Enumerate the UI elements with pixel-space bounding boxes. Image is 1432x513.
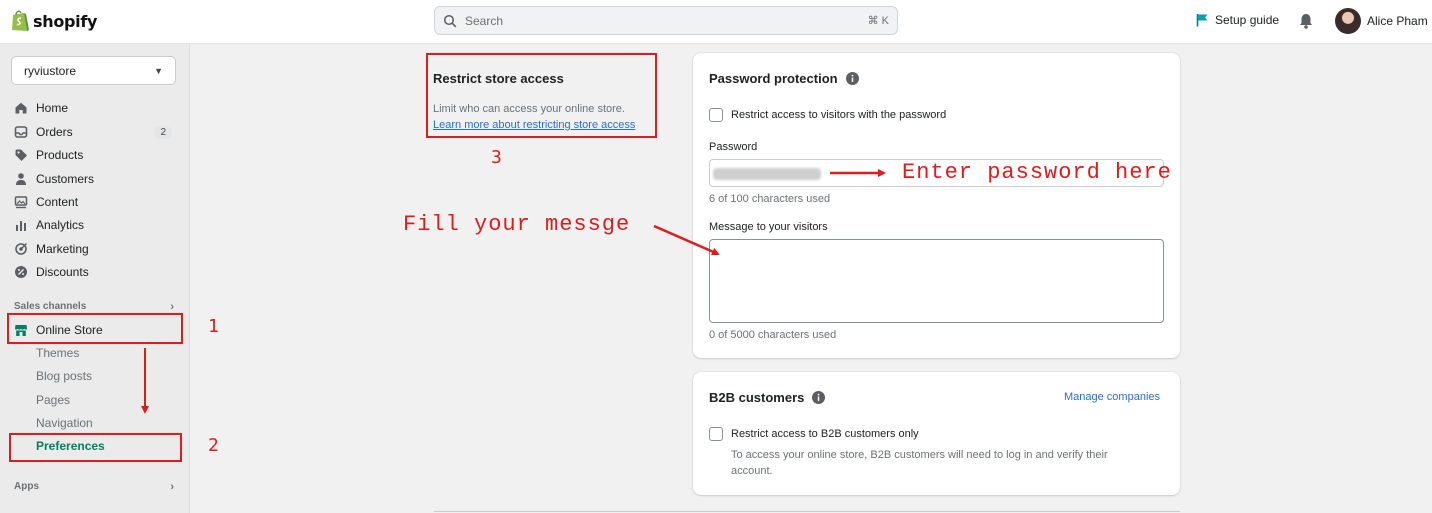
orders-count-badge: 2 <box>154 125 172 139</box>
annotation-message-hint: Fill your messge <box>403 212 631 237</box>
shopify-logo[interactable]: shopify <box>10 9 97 33</box>
content-icon <box>14 196 28 209</box>
info-icon[interactable] <box>812 391 826 404</box>
sales-channels-title: Sales channels <box>14 301 87 312</box>
sidebar-subitem-blog-posts[interactable]: Blog posts <box>36 369 92 383</box>
sidebar-item-content[interactable]: Content <box>14 192 176 212</box>
restrict-password-label: Restrict access to visitors with the pas… <box>731 109 947 121</box>
search-shortcut: ⌘ K <box>867 15 889 27</box>
search-bar[interactable]: Search ⌘ K <box>434 6 898 35</box>
message-char-count: 0 of 5000 characters used <box>709 329 837 341</box>
chevron-right-icon: › <box>170 301 174 313</box>
target-icon <box>15 243 27 255</box>
bell-icon[interactable] <box>1298 12 1314 30</box>
discount-icon <box>15 266 27 278</box>
avatar[interactable] <box>1335 8 1361 34</box>
sidebar-item-label: Products <box>36 148 84 162</box>
store-name: ryviustore <box>24 63 77 78</box>
chart-icon <box>16 221 26 231</box>
setup-guide-button[interactable]: Setup guide <box>1195 13 1279 27</box>
sidebar-item-analytics[interactable]: Analytics <box>14 215 176 235</box>
caret-down-icon: ▼ <box>154 65 163 76</box>
sidebar-item-label: Content <box>36 195 79 209</box>
sidebar-item-home[interactable]: Home <box>14 98 176 118</box>
sidebar-item-label: Orders <box>36 125 73 139</box>
restrict-password-checkbox[interactable] <box>709 108 723 122</box>
sidebar-item-label: Analytics <box>36 218 85 232</box>
home-icon <box>15 102 27 114</box>
sidebar-item-products[interactable]: Products <box>14 145 176 165</box>
sales-channels-header[interactable]: Sales channels › <box>14 301 174 313</box>
sidebar-item-label: Discounts <box>36 265 89 279</box>
orders-icon <box>14 126 28 138</box>
annotation-step-1: 1 <box>208 316 219 337</box>
sidebar-item-label: Home <box>36 101 69 115</box>
top-bar: shopify Search ⌘ K Setup guide Alice Pha… <box>0 0 1432 44</box>
search-placeholder: Search <box>465 13 504 28</box>
b2b-card-title: B2B customers <box>709 390 826 405</box>
sidebar-item-label: Customers <box>36 172 95 186</box>
sidebar-item-orders[interactable]: Orders 2 <box>14 122 176 142</box>
sidebar-item-marketing[interactable]: Marketing <box>14 239 176 259</box>
restrict-b2b-label: Restrict access to B2B customers only <box>731 428 919 440</box>
message-textarea[interactable] <box>709 239 1164 323</box>
password-label: Password <box>709 141 758 153</box>
sidebar-subitem-themes[interactable]: Themes <box>36 346 79 360</box>
info-icon[interactable] <box>845 72 859 85</box>
apps-title: Apps <box>14 481 39 492</box>
brand-name: shopify <box>33 11 98 31</box>
flag-icon <box>1196 14 1208 27</box>
password-value-blurred <box>713 168 821 180</box>
annotation-box-online-store <box>7 313 183 344</box>
annotation-step-3: 3 <box>491 147 502 168</box>
chevron-right-icon: › <box>170 481 174 493</box>
password-card-title-text: Password protection <box>709 71 838 86</box>
password-card-title: Password protection <box>709 71 859 86</box>
message-label: Message to your visitors <box>709 221 828 233</box>
shopify-bag-icon <box>12 10 29 31</box>
sidebar-item-label: Marketing <box>36 242 89 256</box>
user-name[interactable]: Alice Pham <box>1367 14 1428 28</box>
annotation-step-2: 2 <box>208 435 219 456</box>
password-char-count: 6 of 100 characters used <box>709 193 831 205</box>
annotation-box-restrict-access <box>426 53 657 138</box>
store-selector[interactable]: ryviustore ▼ <box>11 56 176 85</box>
apps-header[interactable]: Apps › <box>14 481 174 493</box>
person-icon <box>16 173 26 185</box>
b2b-card-title-text: B2B customers <box>709 390 805 405</box>
sidebar-subitem-pages[interactable]: Pages <box>36 393 70 407</box>
tag-icon <box>15 149 27 161</box>
restrict-b2b-checkbox[interactable] <box>709 427 723 441</box>
manage-companies-link[interactable]: Manage companies <box>1064 391 1160 403</box>
annotation-password-hint: Enter password here <box>902 160 1172 185</box>
search-icon <box>443 14 457 27</box>
setup-guide-label: Setup guide <box>1215 13 1280 27</box>
sidebar-item-discounts[interactable]: Discounts <box>14 262 176 282</box>
sidebar-subitem-navigation[interactable]: Navigation <box>36 416 93 430</box>
divider <box>434 511 1180 512</box>
b2b-description: To access your online store, B2B custome… <box>731 449 1108 477</box>
sidebar-item-customers[interactable]: Customers <box>14 169 176 189</box>
annotation-box-preferences <box>9 433 182 462</box>
